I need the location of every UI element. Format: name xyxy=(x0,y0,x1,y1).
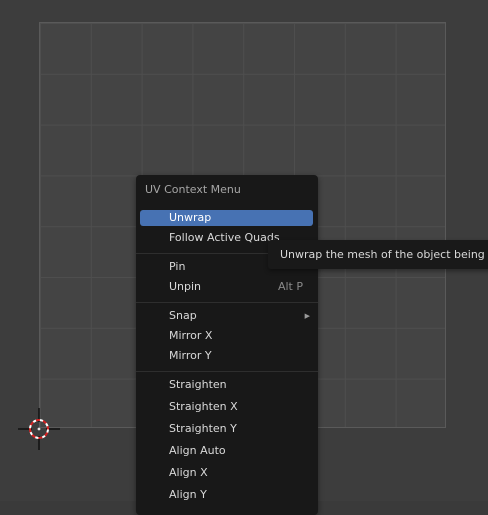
menu-item-align-auto[interactable]: Align Auto xyxy=(140,443,313,459)
menu-item-shortcut: Alt P xyxy=(277,280,303,293)
menu-item-label: Unpin xyxy=(169,280,202,293)
menu-item-label: Align Y xyxy=(169,488,207,501)
menu-item-label: Snap xyxy=(169,309,197,322)
menu-item-label: Mirror X xyxy=(169,329,213,342)
menu-title: UV Context Menu xyxy=(145,183,241,196)
menu-item-straighten-y[interactable]: Straighten Y xyxy=(140,421,313,437)
menu-item-label: Mirror Y xyxy=(169,349,212,362)
menu-item-unwrap[interactable]: Unwrap xyxy=(140,210,313,226)
menu-separator xyxy=(136,302,318,303)
menu-item-snap[interactable]: Snap ▶ xyxy=(140,308,313,324)
menu-item-mirror-x[interactable]: Mirror X xyxy=(140,328,313,344)
menu-item-straighten-x[interactable]: Straighten X xyxy=(140,399,313,415)
menu-item-straighten[interactable]: Straighten xyxy=(140,377,313,393)
menu-item-label: Pin xyxy=(169,260,186,273)
menu-item-label: Align Auto xyxy=(169,444,226,457)
menu-item-align-x[interactable]: Align X xyxy=(140,465,313,481)
menu-item-label: Straighten X xyxy=(169,400,238,413)
3d-cursor-icon[interactable] xyxy=(18,408,60,450)
menu-item-label: Straighten xyxy=(169,378,227,391)
menu-separator xyxy=(136,371,318,372)
menu-item-label: Follow Active Quads xyxy=(169,231,280,244)
menu-item-label: Straighten Y xyxy=(169,422,237,435)
menu-item-label: Unwrap xyxy=(169,211,212,224)
submenu-arrow-icon: ▶ xyxy=(304,312,310,320)
menu-item-label: Align X xyxy=(169,466,208,479)
menu-item-unpin[interactable]: Unpin Alt P xyxy=(140,279,313,295)
tooltip-text: Unwrap the mesh of the object being edit xyxy=(280,248,488,261)
uv-context-menu: UV Context Menu Unwrap Follow Active Qua… xyxy=(136,175,318,515)
menu-item-mirror-y[interactable]: Mirror Y xyxy=(140,348,313,364)
tooltip: Unwrap the mesh of the object being edit xyxy=(268,240,488,269)
